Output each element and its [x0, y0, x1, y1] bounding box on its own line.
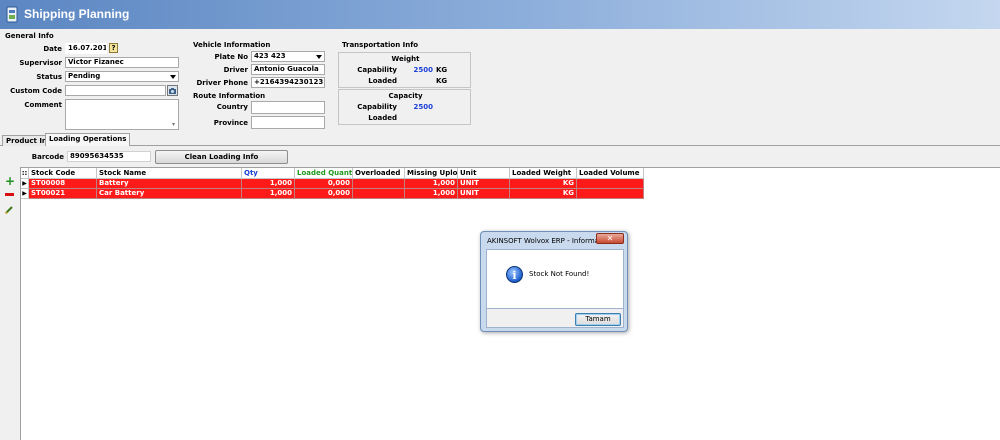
- weight-capability-unit: KG: [436, 66, 448, 74]
- cell-loaded-volume[interactable]: [577, 189, 644, 199]
- plate-select[interactable]: 423 423: [251, 51, 325, 62]
- dialog-body: i Stock Not Found!: [486, 249, 624, 309]
- cell-loaded-weight[interactable]: KG: [510, 179, 577, 189]
- cell-stock-code[interactable]: ST00021: [29, 189, 97, 199]
- country-label: Country: [216, 103, 248, 111]
- transportation-info-title: Transportation Info: [342, 41, 419, 49]
- col-header-missing-upload[interactable]: Missing Uploa...: [405, 168, 458, 179]
- cell-qty[interactable]: 1,000: [242, 189, 295, 199]
- vehicle-info-title: Vehicle Information: [193, 41, 271, 49]
- shipping-app-icon: [6, 6, 18, 23]
- clean-loading-info-button[interactable]: Clean Loading Info: [155, 150, 288, 164]
- chevron-down-icon: [170, 75, 176, 79]
- custom-code-label: Custom Code: [10, 87, 62, 95]
- tab-strip-divider: [0, 145, 1000, 146]
- cell-overloaded[interactable]: [353, 179, 405, 189]
- col-header-unit[interactable]: Unit: [458, 168, 510, 179]
- comment-label: Comment: [24, 101, 62, 109]
- col-header-loaded-weight[interactable]: Loaded Weight: [510, 168, 577, 179]
- date-label: Date: [43, 45, 62, 53]
- cell-missing-upload[interactable]: 1,000: [405, 179, 458, 189]
- weight-group: Weight Capability 2500 KG Loaded KG: [338, 52, 471, 88]
- cell-loaded-weight[interactable]: KG: [510, 189, 577, 199]
- col-header-loaded-volume[interactable]: Loaded Volume: [577, 168, 644, 179]
- capacity-title: Capacity: [388, 92, 423, 100]
- add-row-button[interactable]: +: [5, 175, 15, 187]
- capacity-group: Capacity Capability 2500 Loaded: [338, 89, 471, 125]
- col-header-stock-code[interactable]: Stock Code: [29, 168, 97, 179]
- weight-title: Weight: [391, 55, 420, 63]
- cell-loaded-quantity[interactable]: 0,000: [295, 189, 353, 199]
- capacity-capability-label: Capability: [357, 103, 397, 111]
- grid-corner-handle[interactable]: ::: [21, 168, 29, 179]
- weight-loaded-unit: KG: [436, 77, 448, 85]
- col-header-loaded-quantity[interactable]: Loaded Quantity: [295, 168, 353, 179]
- barcode-label: Barcode: [31, 153, 64, 161]
- driver-label: Driver: [223, 66, 248, 74]
- cell-unit[interactable]: UNIT: [458, 189, 510, 199]
- driver-phone-field[interactable]: +2164394230123: [251, 77, 325, 88]
- cell-loaded-volume[interactable]: [577, 179, 644, 189]
- calendar-help-icon[interactable]: ?: [109, 43, 118, 53]
- row-indicator-icon: ▶: [21, 189, 29, 199]
- route-info-title: Route Information: [193, 92, 266, 100]
- tab-loading-operations[interactable]: Loading Operations: [45, 133, 131, 146]
- weight-capability-value: 2500: [413, 66, 433, 74]
- supervisor-field[interactable]: Victor Fizanec: [65, 57, 179, 68]
- cell-missing-upload[interactable]: 1,000: [405, 189, 458, 199]
- supervisor-label: Supervisor: [19, 59, 62, 67]
- date-field[interactable]: 16.07.2015: [65, 43, 107, 54]
- col-header-qty[interactable]: Qty: [242, 168, 295, 179]
- province-field[interactable]: [251, 116, 325, 129]
- status-value: Pending: [68, 72, 101, 80]
- dialog-message: Stock Not Found!: [529, 270, 590, 278]
- driver-phone-label: Driver Phone: [196, 79, 248, 87]
- dialog-footer: Tamam: [486, 309, 624, 328]
- general-info-title: General Info: [5, 32, 54, 40]
- cell-qty[interactable]: 1,000: [242, 179, 295, 189]
- col-header-stock-name[interactable]: Stock Name: [97, 168, 242, 179]
- window-title: Shipping Planning: [24, 7, 130, 21]
- custom-code-field[interactable]: [65, 85, 166, 96]
- scroll-arrow-icon[interactable]: ▾: [172, 121, 175, 128]
- comment-textarea[interactable]: [65, 99, 179, 130]
- weight-capability-label: Capability: [357, 66, 397, 74]
- barcode-field[interactable]: 89095634535: [67, 151, 151, 162]
- country-field[interactable]: [251, 101, 325, 114]
- plate-label: Plate No: [214, 53, 248, 61]
- edit-icon[interactable]: [5, 205, 14, 214]
- title-bar: Shipping Planning: [0, 0, 1000, 29]
- info-icon: i: [506, 266, 523, 283]
- status-select[interactable]: Pending: [65, 71, 179, 82]
- province-label: Province: [213, 119, 248, 127]
- cell-unit[interactable]: UNIT: [458, 179, 510, 189]
- cell-stock-name[interactable]: Car Battery: [97, 189, 242, 199]
- info-dialog: AKINSOFT Wolvox ERP - Informat... ✕ i St…: [480, 231, 628, 332]
- status-label: Status: [36, 73, 62, 81]
- chevron-down-icon: [316, 55, 322, 59]
- driver-field[interactable]: Antonio Guacola: [251, 64, 325, 75]
- cell-overloaded[interactable]: [353, 189, 405, 199]
- capacity-loaded-label: Loaded: [368, 114, 397, 122]
- cell-stock-name[interactable]: Battery: [97, 179, 242, 189]
- row-indicator-icon: ▶: [21, 179, 29, 189]
- remove-row-button[interactable]: [5, 193, 14, 196]
- ok-button[interactable]: Tamam: [575, 313, 621, 326]
- camera-icon[interactable]: [167, 85, 178, 96]
- dialog-title: AKINSOFT Wolvox ERP - Informat...: [487, 237, 609, 245]
- cell-loaded-quantity[interactable]: 0,000: [295, 179, 353, 189]
- capacity-capability-value: 2500: [413, 103, 433, 111]
- cell-stock-code[interactable]: ST00008: [29, 179, 97, 189]
- col-header-overloaded[interactable]: Overloaded: [353, 168, 405, 179]
- dialog-close-button[interactable]: ✕: [596, 233, 624, 244]
- plate-value: 423 423: [254, 52, 286, 60]
- weight-loaded-label: Loaded: [368, 77, 397, 85]
